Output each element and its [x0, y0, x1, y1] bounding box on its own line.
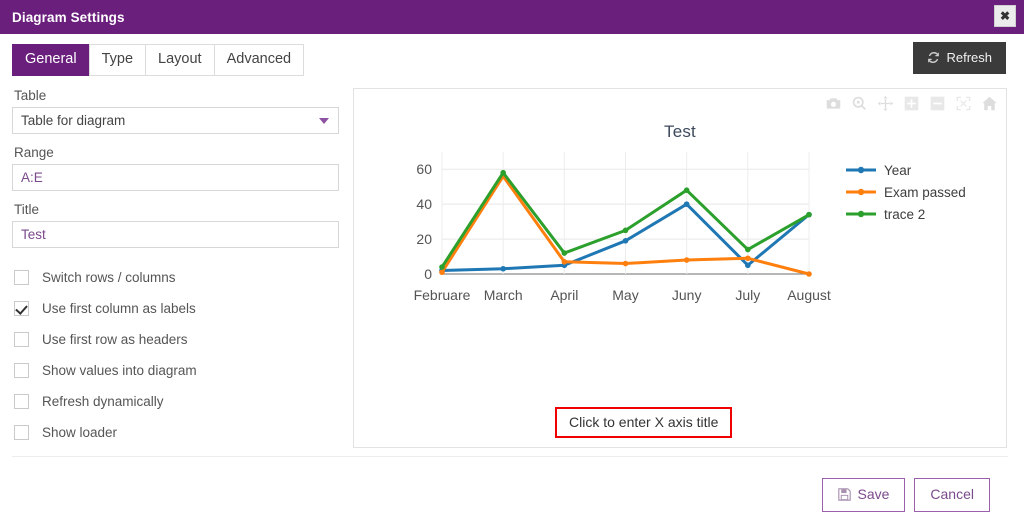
svg-text:60: 60: [416, 161, 432, 177]
checkbox-show-values-into-diagram[interactable]: Show values into diagram: [12, 355, 339, 386]
svg-text:Year: Year: [884, 163, 912, 178]
table-select[interactable]: Table for diagram: [12, 107, 339, 134]
checkbox-label: Switch rows / columns: [42, 270, 176, 285]
tab-layout-label: Layout: [158, 51, 202, 67]
save-disk-icon: [838, 488, 852, 501]
refresh-icon: [928, 52, 940, 63]
zoom-in-icon[interactable]: [903, 95, 920, 112]
checkbox-box: [14, 394, 29, 409]
checkbox-box: [14, 363, 29, 378]
refresh-button[interactable]: Refresh: [913, 42, 1006, 74]
toolbar-row: General Type Layout Advanced Refresh: [12, 42, 1008, 76]
range-label: Range: [14, 145, 54, 160]
line-chart-svg: 0 20 40 60 Februare March April May Juny July Aug…: [414, 152, 966, 303]
options-checkbox-group: Switch rows / columns Use first column a…: [12, 262, 339, 448]
save-button[interactable]: Save: [822, 477, 906, 513]
cancel-label: Cancel: [930, 485, 974, 502]
pan-icon[interactable]: [877, 95, 894, 112]
camera-icon[interactable]: [825, 95, 842, 112]
close-glyph: ✖: [999, 9, 1011, 23]
dialog-footer: Save Cancel: [12, 457, 1008, 524]
x-axis-title-placeholder[interactable]: Click to enter X axis title: [555, 407, 733, 438]
title-input[interactable]: [12, 221, 339, 248]
tab-general[interactable]: General: [12, 44, 89, 76]
checkbox-label: Show values into diagram: [42, 363, 197, 378]
checkbox-box: [14, 332, 29, 347]
tab-type-label: Type: [101, 51, 134, 67]
general-settings-form: Table Table for diagram Range Title Swit…: [12, 88, 339, 448]
svg-text:April: April: [550, 287, 578, 303]
tab-advanced[interactable]: Advanced: [213, 44, 305, 76]
svg-text:May: May: [612, 287, 638, 303]
table-select-value: Table for diagram: [21, 113, 126, 128]
checkbox-box: [14, 425, 29, 440]
svg-text:Februare: Februare: [414, 287, 471, 303]
svg-text:July: July: [735, 287, 760, 303]
checkbox-show-loader[interactable]: Show loader: [12, 417, 339, 448]
reset-home-icon[interactable]: [981, 95, 998, 112]
svg-text:Juny: Juny: [672, 287, 702, 303]
autoscale-icon[interactable]: [955, 95, 972, 112]
checkbox-refresh-dynamically[interactable]: Refresh dynamically: [12, 386, 339, 417]
checkbox-label: Use first column as labels: [42, 301, 196, 316]
chart-x-tick-labels: Februare March April May Juny July August: [414, 287, 831, 303]
chart-preview-panel: Test 0 20 40 60 Februare March April May Juny Ju…: [353, 88, 1007, 448]
svg-text:Exam passed: Exam passed: [884, 185, 966, 200]
checkbox-switch-rows-columns[interactable]: Switch rows / columns: [12, 262, 339, 293]
svg-text:0: 0: [424, 266, 432, 282]
refresh-label: Refresh: [946, 50, 992, 65]
checkbox-label: Use first row as headers: [42, 332, 188, 347]
tab-general-label: General: [25, 51, 77, 67]
checkbox-use-first-column-as-labels[interactable]: Use first column as labels: [12, 293, 339, 324]
zoom-out-icon[interactable]: [929, 95, 946, 112]
plot-modebar: [825, 95, 998, 112]
settings-content: Table Table for diagram Range Title Swit…: [12, 76, 1008, 448]
tab-layout[interactable]: Layout: [145, 44, 214, 76]
svg-text:20: 20: [416, 231, 432, 247]
checkbox-use-first-row-as-headers[interactable]: Use first row as headers: [12, 324, 339, 355]
chevron-down-icon: [319, 117, 329, 124]
dialog-title: Diagram Settings: [12, 9, 125, 25]
table-label: Table: [14, 88, 47, 103]
diagram-settings-dialog: Diagram Settings ✖ General Type Layout A…: [0, 0, 1024, 524]
svg-text:40: 40: [416, 196, 432, 212]
chart-legend: Year Exam passed trace 2: [846, 163, 966, 222]
checkbox-label: Show loader: [42, 425, 118, 440]
dialog-titlebar: Diagram Settings ✖: [0, 0, 1024, 34]
chart-gridlines: [441, 152, 810, 275]
svg-text:trace 2: trace 2: [884, 207, 925, 222]
zoom-icon[interactable]: [851, 95, 868, 112]
save-label: Save: [857, 485, 890, 502]
cancel-button[interactable]: Cancel: [914, 477, 990, 513]
plot-area: 0 20 40 60 Februare March April May Juny July Aug…: [354, 142, 1006, 438]
checkbox-box-checked: [14, 301, 29, 316]
svg-text:March: March: [484, 287, 523, 303]
svg-text:August: August: [787, 287, 831, 303]
chart-y-tick-labels: 0 20 40 60: [416, 161, 432, 282]
checkbox-box: [14, 270, 29, 285]
checkbox-label: Refresh dynamically: [42, 394, 164, 409]
tab-bar: General Type Layout Advanced: [12, 44, 305, 76]
title-label: Title: [14, 202, 40, 217]
tab-advanced-label: Advanced: [226, 51, 292, 67]
dialog-body: General Type Layout Advanced Refresh Tab…: [0, 34, 1024, 524]
range-input[interactable]: [12, 164, 339, 191]
tab-type[interactable]: Type: [88, 44, 146, 76]
close-icon[interactable]: ✖: [994, 5, 1016, 27]
